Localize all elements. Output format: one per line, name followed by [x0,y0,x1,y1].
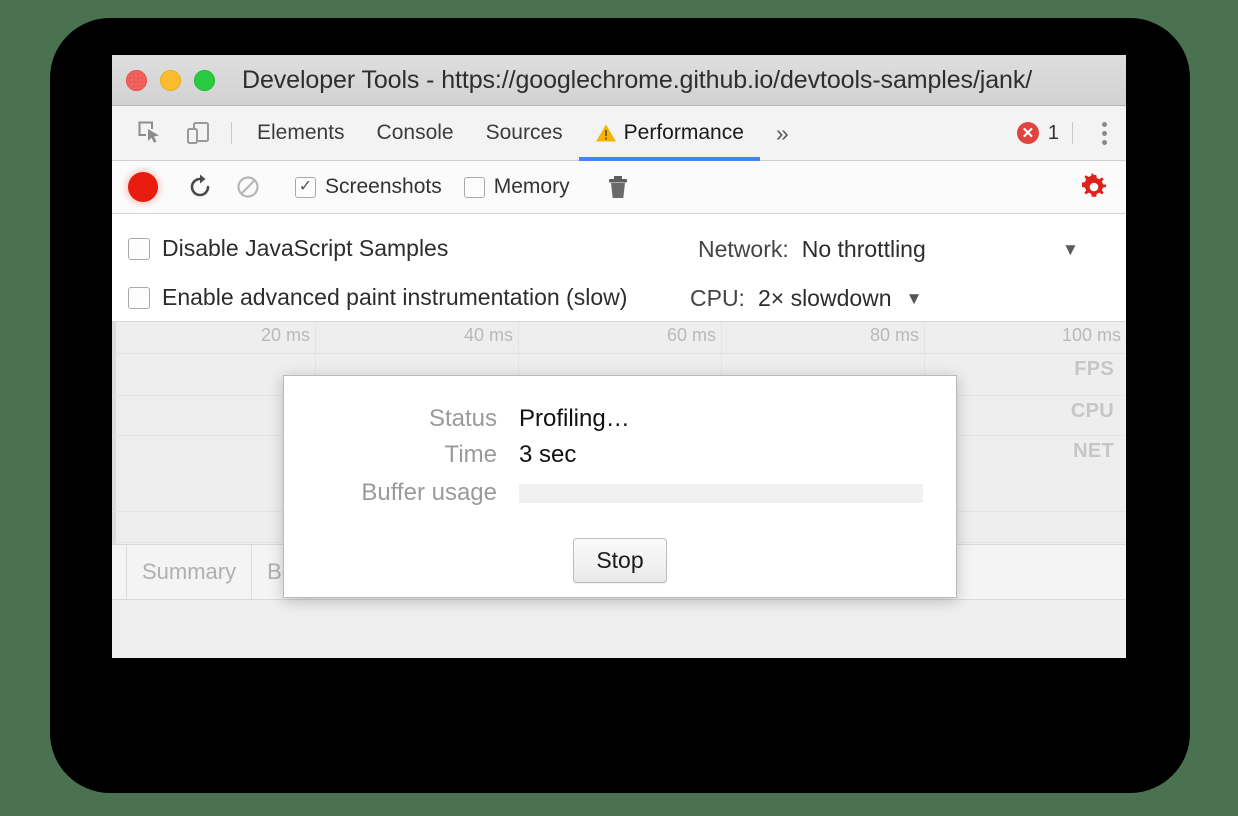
capture-settings-row-1: Disable JavaScript Samples [128,224,1126,273]
menu-dot [1101,121,1107,127]
title-bar: Developer Tools - https://googlechrome.g… [112,55,1126,106]
ruler-tick-label: 60 ms [666,325,716,345]
screenshots-label: Screenshots [325,175,442,198]
time-row: Time 3 sec [284,441,956,469]
buffer-usage-row: Buffer usage [284,479,956,507]
inspect-element-icon[interactable] [126,106,174,160]
record-button[interactable] [128,172,158,202]
disable-js-samples-box [128,237,150,260]
gear-icon [1078,171,1110,203]
advanced-paint-label: Enable advanced paint instrumentation (s… [162,284,628,310]
advanced-paint-box [128,286,150,309]
advanced-paint-checkbox[interactable]: Enable advanced paint instrumentation (s… [128,284,627,311]
dialog-button-row: Stop [284,538,956,583]
network-throttling-select[interactable]: Network: No throttling [698,236,926,263]
tabbar-divider-right [1072,122,1073,144]
capture-settings-pane: Disable JavaScript Samples Enable advanc… [112,214,1126,322]
timeline-track-cpu-label: CPU [1070,400,1114,422]
ruler-tick-label: 100 ms [1061,325,1121,345]
memory-checkbox-box [463,176,485,198]
trash-icon[interactable] [598,174,638,200]
more-tabs-button[interactable]: » [760,106,805,160]
stop-button[interactable]: Stop [573,538,667,583]
network-throttling-chevron-down-icon[interactable]: ▼ [1062,240,1079,260]
capture-settings-row-2: Enable advanced paint instrumentation (s… [128,273,1126,322]
time-label: Time [444,441,497,468]
tab-console-label: Console [376,121,454,144]
memory-label: Memory [493,175,570,198]
bottom-tab-summary-label: Summary [142,559,237,584]
cpu-throttling-value: 2× slowdown [757,285,892,311]
zoom-button[interactable] [194,69,215,91]
status-row: Status Profiling… [284,405,956,433]
capture-settings-button[interactable] [1078,171,1126,203]
panel-tab-bar: Elements Console Sources Performance » ✕… [112,106,1126,161]
tab-console[interactable]: Console [361,106,470,160]
device-toolbar-icon[interactable] [174,106,222,160]
time-value: 3 sec [519,441,577,468]
timeline-track-fps-label: FPS [1074,358,1114,380]
memory-checkbox[interactable]: Memory [463,175,570,199]
tab-elements-label: Elements [257,121,345,144]
menu-dot [1101,130,1107,136]
close-button[interactable] [126,69,147,91]
disable-js-samples-label: Disable JavaScript Samples [162,235,449,261]
tab-sources-label: Sources [485,121,563,144]
tab-elements[interactable]: Elements [241,106,361,160]
timeline-track-net-label: NET [1073,440,1114,462]
ruler-tick-label: 80 ms [869,325,919,345]
ruler-tick-label: 20 ms [260,325,310,345]
tab-performance[interactable]: Performance [578,106,761,161]
tab-performance-label: Performance [623,121,744,144]
network-throttling-value: No throttling [801,236,926,262]
menu-dot [1101,139,1107,145]
minimize-button[interactable] [160,69,181,91]
error-count-label: 1 [1047,121,1059,144]
record-toolbar: ✓ Screenshots Memory [112,161,1126,214]
buffer-usage-label: Buffer usage [361,479,497,506]
bottom-tab-summary[interactable]: Summary [126,545,253,599]
ruler-tick-label: 40 ms [463,325,513,345]
tab-sources[interactable]: Sources [470,106,579,160]
cpu-throttling-chevron-down-icon: ▼ [905,288,923,308]
screenshots-checkbox[interactable]: ✓ Screenshots [295,175,442,199]
error-count-badge[interactable]: ✕ 1 [1016,106,1063,160]
more-options-icon[interactable] [1082,106,1126,160]
screenshots-checkbox-box: ✓ [295,176,316,198]
status-label: Status [428,405,497,432]
warning-icon [595,123,617,143]
buffer-usage-progress-bar [519,483,923,503]
cpu-throttling-label: CPU: [690,285,745,311]
network-throttling-label: Network: [698,236,789,262]
cpu-throttling-select[interactable]: CPU: 2× slowdown ▼ [690,285,922,312]
disable-js-samples-checkbox[interactable]: Disable JavaScript Samples [128,235,448,262]
timeline-ruler: 20 ms 40 ms 60 ms 80 ms 100 ms [112,322,1126,543]
status-value: Profiling… [519,405,630,432]
error-icon: ✕ [1016,122,1039,144]
reload-and-record-icon[interactable] [180,174,220,200]
tabbar-spacer [805,106,1017,160]
clear-recording-icon[interactable] [228,174,268,200]
recording-status-dialog: Status Profiling… Time 3 sec Buffer usag… [283,375,957,598]
tabbar-divider [231,122,232,144]
window-title: Developer Tools - https://googlechrome.g… [242,65,1033,94]
details-pane [112,600,1126,658]
